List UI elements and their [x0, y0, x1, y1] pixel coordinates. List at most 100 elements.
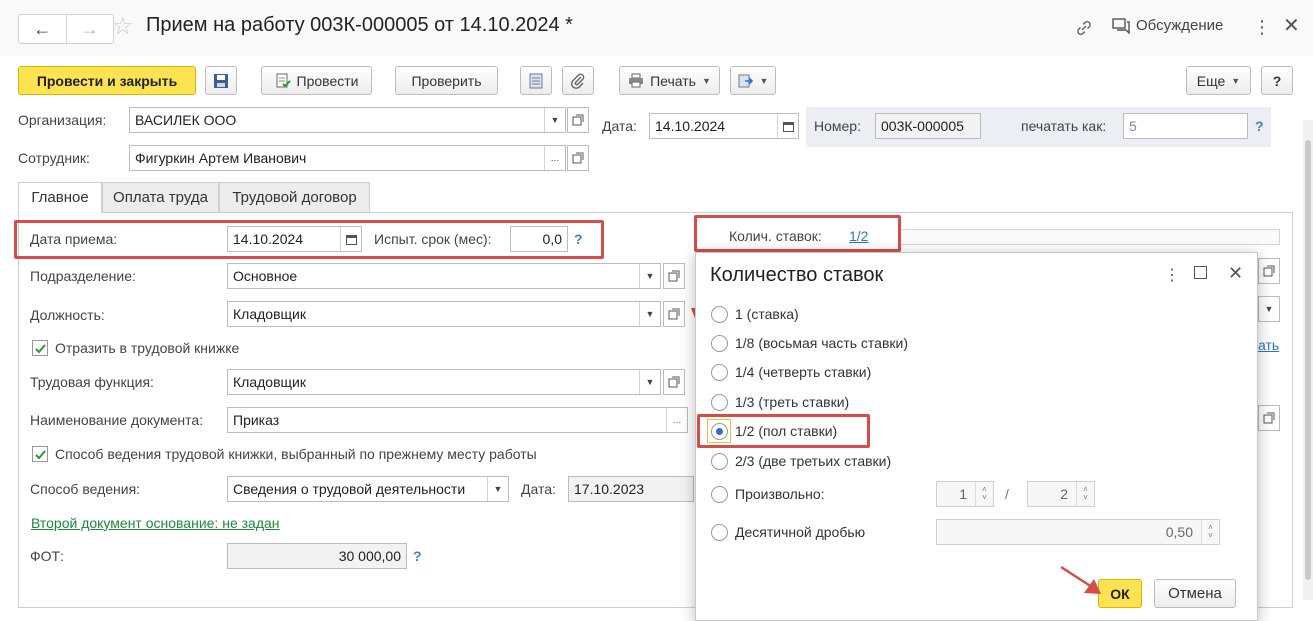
more-button[interactable]: Еще ▼: [1186, 66, 1251, 95]
ok-button[interactable]: ОК: [1098, 579, 1142, 608]
checkmark-icon: [34, 343, 46, 353]
report-button[interactable]: [520, 66, 552, 95]
labor-function-open-button[interactable]: [663, 369, 685, 395]
option-2-3-label: 2/3 (две третьих ставки): [735, 453, 892, 469]
print-label: Печать: [650, 72, 696, 89]
radio-option-1[interactable]: [711, 306, 728, 323]
record-book-label: Отразить в трудовой книжке: [55, 340, 240, 356]
method-value: Сведения о трудовой деятельности: [233, 481, 466, 497]
right-open-button-2[interactable]: [1258, 405, 1280, 431]
position-open-button[interactable]: [663, 301, 685, 327]
select-ellipsis-icon[interactable]: …: [544, 146, 565, 170]
radio-option-custom[interactable]: [711, 486, 728, 503]
rates-label: Колич. ставок:: [729, 228, 822, 244]
help-question-icon[interactable]: ?: [413, 548, 422, 564]
open-form-icon: [572, 152, 584, 164]
favorite-star-icon[interactable]: ☆: [112, 12, 134, 41]
record-book-checkbox[interactable]: [32, 340, 48, 356]
doc-name-field[interactable]: Приказ …: [227, 407, 688, 433]
help-question-icon[interactable]: ?: [574, 231, 583, 247]
attach-button[interactable]: [562, 66, 594, 95]
employee-field[interactable]: Фигуркин Артем Иванович …: [129, 145, 566, 171]
help-question-icon[interactable]: ?: [1255, 118, 1264, 134]
method-label: Способ ведения:: [30, 481, 141, 497]
radio-option-2-3[interactable]: [711, 453, 728, 470]
division-open-button[interactable]: [663, 263, 685, 289]
discussion-button[interactable]: Обсуждение: [1112, 17, 1223, 34]
scrollbar-thumb[interactable]: [1305, 140, 1311, 580]
calendar-icon[interactable]: [340, 227, 361, 251]
method-field[interactable]: Сведения о трудовой деятельности ▼: [227, 476, 509, 502]
organization-field[interactable]: ВАСИЛЕК ООО ▼: [129, 107, 566, 133]
create-based-button[interactable]: ▼: [730, 66, 776, 95]
fot-field[interactable]: 30 000,00: [227, 543, 407, 569]
post-button[interactable]: Провести: [261, 66, 372, 95]
tab-payment[interactable]: Оплата труда: [102, 182, 219, 213]
number-field[interactable]: 003К-000005: [875, 113, 981, 139]
help-button[interactable]: ?: [1261, 66, 1293, 95]
more-label: Еще: [1196, 72, 1226, 89]
chevron-down-icon[interactable]: ▼: [1258, 296, 1280, 322]
back-button[interactable]: ←: [19, 15, 66, 43]
dialog-maximize-icon[interactable]: [1194, 266, 1207, 279]
radio-option-1-2[interactable]: [711, 423, 728, 440]
link-icon[interactable]: [1074, 18, 1096, 40]
chevron-down-icon[interactable]: ▼: [639, 302, 660, 326]
decimal-field[interactable]: 0,50 ˄ ˅: [936, 519, 1220, 545]
radio-option-1-8[interactable]: [711, 335, 728, 352]
chevron-down-icon[interactable]: ▼: [639, 264, 660, 288]
print-as-field[interactable]: 5: [1123, 113, 1248, 139]
radio-option-1-3[interactable]: [711, 394, 728, 411]
second-document-link[interactable]: Второй документ основание: не задан: [31, 515, 280, 531]
method-date-field[interactable]: 17.10.2023: [568, 476, 694, 502]
division-label: Подразделение:: [30, 268, 136, 284]
rates-value-link[interactable]: 1/2: [849, 228, 868, 244]
option-1-3-label: 1/3 (треть ставки): [735, 394, 850, 410]
method-prev-label: Способ ведения трудовой книжки, выбранны…: [55, 446, 537, 462]
method-prev-checkbox[interactable]: [32, 446, 48, 462]
hire-date-field[interactable]: 14.10.2024: [227, 226, 362, 252]
print-button[interactable]: Печать ▼: [619, 66, 720, 95]
save-button[interactable]: [205, 66, 237, 95]
spin-arrows-icon[interactable]: ˄ ˅: [1201, 520, 1219, 544]
post-and-close-button[interactable]: Провести и закрыть: [18, 66, 196, 95]
organization-open-button[interactable]: [567, 107, 589, 133]
numerator-field[interactable]: 1 ˄ ˅: [936, 481, 994, 507]
dialog-more-icon[interactable]: ⋮: [1164, 265, 1180, 285]
tab-main[interactable]: Главное: [18, 182, 102, 213]
spin-arrows-icon[interactable]: ˄ ˅: [975, 482, 993, 506]
division-field[interactable]: Основное ▼: [227, 263, 661, 289]
option-1-8-label: 1/8 (восьмая часть ставки): [735, 335, 909, 351]
partial-link[interactable]: ать: [1258, 337, 1279, 353]
window-close-icon[interactable]: ✕: [1283, 16, 1300, 36]
forward-button[interactable]: →: [65, 15, 114, 43]
chevron-down-icon[interactable]: ▼: [639, 370, 660, 394]
open-form-icon: [572, 114, 584, 126]
dialog-close-icon[interactable]: ✕: [1228, 263, 1243, 284]
radio-option-decimal[interactable]: [711, 524, 728, 541]
select-ellipsis-icon[interactable]: …: [666, 408, 687, 432]
number-value: 003К-000005: [881, 118, 964, 134]
denominator-field[interactable]: 2 ˄ ˅: [1027, 481, 1095, 507]
list-report-icon: [529, 73, 543, 88]
right-open-button[interactable]: [1258, 258, 1280, 284]
tab-contract[interactable]: Трудовой договор: [219, 182, 370, 213]
spin-arrows-icon[interactable]: ˄ ˅: [1076, 482, 1094, 506]
date-field[interactable]: 14.10.2024: [649, 113, 799, 139]
post-icon: [276, 73, 291, 87]
check-button[interactable]: Проверить: [395, 66, 498, 95]
calendar-icon[interactable]: [777, 114, 798, 138]
position-field[interactable]: Кладовщик ▼: [227, 301, 661, 327]
radio-option-1-4[interactable]: [711, 364, 728, 381]
cancel-button[interactable]: Отмена: [1154, 579, 1236, 608]
chevron-down-icon[interactable]: ▼: [487, 477, 508, 501]
window-more-icon[interactable]: ⋮: [1253, 18, 1271, 36]
open-form-icon: [668, 376, 680, 388]
probation-label: Испыт. срок (мес):: [374, 231, 492, 247]
employee-open-button[interactable]: [567, 145, 589, 171]
position-label: Должность:: [30, 307, 105, 323]
labor-function-field[interactable]: Кладовщик ▼: [227, 369, 661, 395]
probation-field[interactable]: 0,0: [510, 226, 568, 252]
chevron-down-icon: ▼: [759, 75, 769, 86]
chevron-down-icon[interactable]: ▼: [544, 108, 565, 132]
